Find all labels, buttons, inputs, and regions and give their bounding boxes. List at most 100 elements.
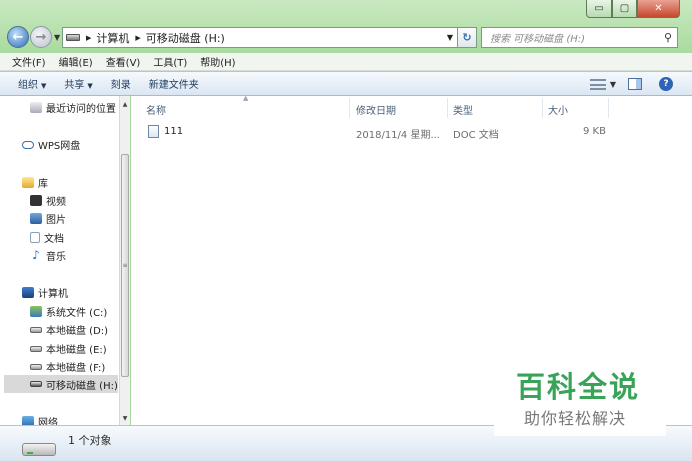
sidebar-item-drive-c[interactable]: 系统文件 (C:) — [30, 304, 107, 319]
search-icon[interactable]: ⚲ — [664, 31, 672, 44]
column-divider[interactable] — [447, 98, 448, 118]
command-bar: 组织 ▼ 共享 ▼ 刻录 新建文件夹 ▼ ? — [0, 72, 692, 96]
organize-label: 组织 — [18, 80, 38, 91]
share-label: 共享 — [64, 80, 85, 91]
drive-icon — [66, 34, 80, 41]
hard-drive-icon — [30, 363, 42, 370]
preview-pane-icon[interactable] — [628, 78, 642, 90]
sidebar-item-label: WPS网盘 — [38, 141, 81, 152]
breadcrumb-computer[interactable]: 计算机 — [96, 30, 129, 46]
network-icon — [22, 416, 34, 425]
system-drive-icon — [30, 306, 42, 317]
scrollbar-thumb[interactable]: ≡ — [121, 154, 129, 377]
cloud-icon — [22, 140, 34, 149]
sidebar-item-label: 计算机 — [38, 289, 68, 300]
picture-icon — [30, 213, 42, 224]
recent-places-icon — [30, 102, 42, 113]
back-button[interactable]: ← — [7, 26, 29, 48]
menu-bar: 文件(F) 编辑(E) 查看(V) 工具(T) 帮助(H) — [0, 53, 692, 71]
item-count: 1 个对象 — [68, 434, 112, 447]
close-button[interactable]: ✕ — [637, 0, 680, 18]
doc-file-icon — [148, 125, 159, 138]
minimize-button[interactable]: ▭ — [586, 0, 612, 18]
sidebar-item-drive-d[interactable]: 本地磁盘 (D:) — [30, 322, 108, 337]
sidebar-item-network[interactable]: 网络 — [22, 414, 58, 425]
sidebar-item-label: 可移动磁盘 (H:) — [46, 380, 118, 392]
breadcrumb: ▶ 计算机 — [86, 30, 129, 46]
chevron-right-icon[interactable]: ▶ — [86, 34, 91, 42]
window-controls: ▭ ▢ ✕ — [586, 0, 680, 18]
sidebar-item-videos[interactable]: 视频 — [30, 193, 66, 208]
menu-file[interactable]: 文件(F) — [12, 54, 46, 69]
removable-drive-icon — [30, 381, 42, 387]
column-header-type[interactable]: 类型 — [453, 102, 473, 117]
sidebar-item-label: 系统文件 (C:) — [46, 308, 108, 319]
search-input[interactable]: 搜索 可移动磁盘 (H:) ⚲ — [481, 27, 678, 48]
file-size: 9 KB — [583, 126, 606, 137]
address-dropdown-button[interactable]: ▼ — [447, 33, 453, 42]
sidebar-item-documents[interactable]: 文档 — [30, 230, 64, 245]
watermark-title: 百科全说 — [516, 370, 641, 404]
column-divider[interactable] — [542, 98, 543, 118]
computer-icon — [22, 287, 34, 298]
scroll-down-icon[interactable]: ▼ — [120, 412, 130, 424]
video-icon — [30, 195, 42, 206]
navigation-scrollbar[interactable]: ▲ ≡ ▼ — [119, 96, 130, 425]
toolbar-right: ▼ ? — [589, 72, 692, 96]
sidebar-item-pictures[interactable]: 图片 — [30, 211, 66, 226]
breadcrumb-drive-h[interactable]: 可移动磁盘 (H:) — [146, 30, 225, 46]
sidebar-item-drive-h[interactable]: 可移动磁盘 (H:) — [4, 375, 118, 393]
search-placeholder: 搜索 可移动磁盘 (H:) — [490, 34, 586, 45]
maximize-button[interactable]: ▢ — [612, 0, 637, 18]
column-header-size[interactable]: 大小 — [548, 102, 568, 117]
file-name[interactable]: 111 — [164, 126, 183, 137]
navigation-row: ← → ▼ ▶ 计算机 ▶ 可移动磁盘 (H:) ▼ ↻ 搜索 可移动磁盘 (H… — [0, 24, 692, 50]
sidebar-item-wps[interactable]: WPS网盘 — [22, 137, 80, 152]
help-icon[interactable]: ? — [659, 77, 673, 91]
music-note-icon: ♪ — [32, 248, 40, 262]
removable-drive-icon — [22, 443, 56, 456]
sidebar-item-recent[interactable]: 最近访问的位置 — [30, 100, 116, 115]
sidebar-item-computer[interactable]: 计算机 — [22, 285, 68, 300]
sidebar-item-label: 最近访问的位置 — [46, 104, 116, 115]
column-header-modified[interactable]: 修改日期 — [356, 102, 396, 117]
sidebar-item-label: 本地磁盘 (E:) — [46, 345, 107, 356]
sidebar-item-label: 图片 — [46, 215, 66, 226]
column-divider[interactable] — [608, 98, 609, 118]
library-icon — [22, 177, 34, 188]
sort-indicator-icon: ▲ — [243, 94, 249, 102]
breadcrumb: ▶ 可移动磁盘 (H:) — [135, 30, 224, 46]
menu-tools[interactable]: 工具(T) — [153, 54, 187, 69]
watermark-logo: 百科全说 助你轻松解决 — [494, 352, 666, 436]
chevron-down-icon: ▼ — [87, 82, 93, 90]
chevron-down-icon[interactable]: ▼ — [610, 80, 616, 89]
share-button[interactable]: 共享 ▼ — [64, 76, 92, 91]
sidebar-item-label: 网络 — [38, 418, 58, 425]
view-options-icon[interactable] — [589, 78, 606, 90]
sidebar-item-music[interactable]: ♪ 音乐 — [30, 248, 66, 263]
menu-edit[interactable]: 编辑(E) — [59, 54, 93, 69]
recent-pages-dropdown[interactable]: ▼ — [54, 33, 60, 42]
sidebar-item-drive-e[interactable]: 本地磁盘 (E:) — [30, 341, 107, 356]
scroll-up-icon[interactable]: ▲ — [120, 98, 130, 110]
menu-help[interactable]: 帮助(H) — [200, 54, 235, 69]
address-bar[interactable]: ▶ 计算机 ▶ 可移动磁盘 (H:) ▼ — [62, 27, 476, 48]
refresh-button[interactable]: ↻ — [457, 27, 477, 48]
file-modified: 2018/11/4 星期... — [356, 130, 440, 141]
burn-button[interactable]: 刻录 — [111, 76, 131, 91]
sidebar-item-label: 本地磁盘 (D:) — [46, 326, 109, 337]
forward-button[interactable]: → — [30, 26, 52, 48]
column-divider[interactable] — [349, 98, 350, 118]
navigation-pane: 最近访问的位置 WPS网盘 库 视频 图片 文档 ♪ 音乐 计算机 系统文件 (… — [0, 96, 119, 425]
column-header-name[interactable]: 名称 — [146, 102, 166, 117]
sidebar-item-label: 库 — [38, 179, 48, 190]
new-folder-button[interactable]: 新建文件夹 — [149, 76, 199, 91]
explorer-window: ▭ ▢ ✕ ← → ▼ ▶ 计算机 ▶ 可移动磁盘 (H:) ▼ ↻ 搜索 可移… — [0, 0, 692, 461]
hard-drive-icon — [30, 345, 42, 352]
chevron-right-icon[interactable]: ▶ — [135, 34, 140, 42]
menu-view[interactable]: 查看(V) — [106, 54, 141, 69]
sidebar-item-library[interactable]: 库 — [22, 175, 48, 190]
sidebar-item-drive-f[interactable]: 本地磁盘 (F:) — [30, 359, 105, 374]
document-icon — [30, 232, 40, 243]
organize-button[interactable]: 组织 ▼ — [18, 76, 46, 91]
